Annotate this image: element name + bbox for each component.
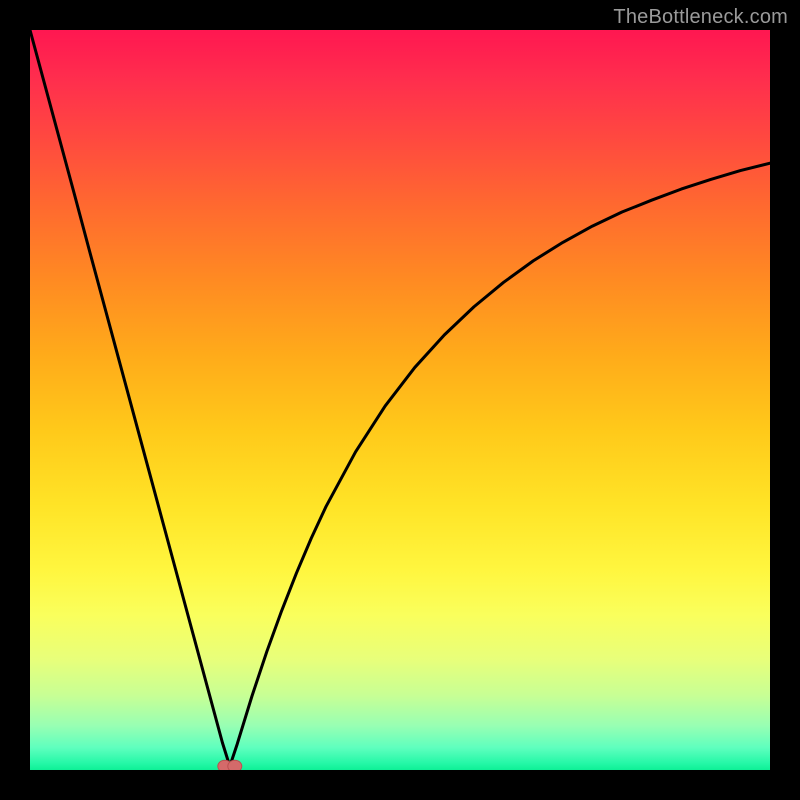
watermark-text: TheBottleneck.com — [613, 6, 788, 29]
curve-svg — [30, 30, 770, 770]
chart-frame: TheBottleneck.com — [0, 0, 800, 800]
minimum-marker — [218, 760, 242, 770]
bottleneck-curve — [30, 30, 770, 766]
plot-area — [30, 30, 770, 770]
